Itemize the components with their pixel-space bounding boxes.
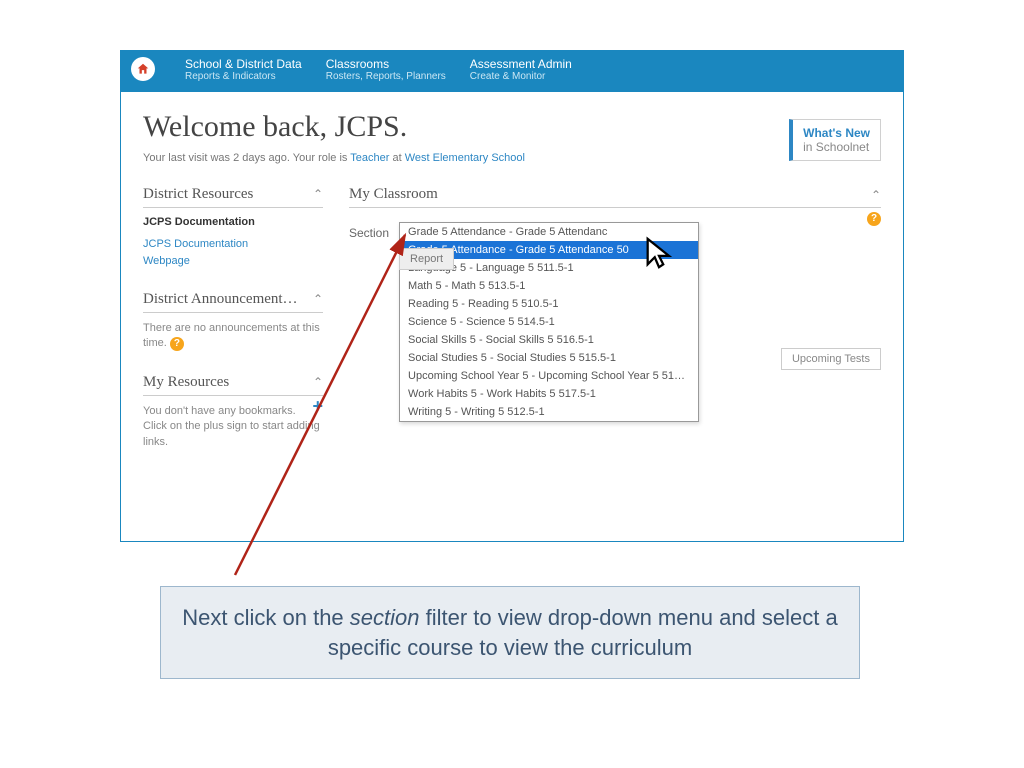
nav-classrooms[interactable]: Classrooms Rosters, Reports, Planners <box>326 57 446 82</box>
nav-sub: Create & Monitor <box>470 71 572 82</box>
nav-title: Classrooms <box>326 57 446 71</box>
panel-title: My Classroom <box>349 186 438 203</box>
right-column: My Classroom ⌃ ? Section Report Grade 5 … <box>349 182 881 542</box>
nav-assessment[interactable]: Assessment Admin Create & Monitor <box>470 57 572 82</box>
caption-em: section <box>350 605 420 630</box>
last-visit-line: Your last visit was 2 days ago. Your rol… <box>143 152 881 164</box>
top-nav: School & District Data Reports & Indicat… <box>121 51 903 92</box>
panel-title: My Resources <box>143 374 229 391</box>
whats-new-card[interactable]: What's New in Schoolnet <box>789 119 881 161</box>
dropdown-option[interactable]: Social Studies 5 - Social Studies 5 515.… <box>400 349 698 367</box>
nav-sub: Reports & Indicators <box>185 71 302 82</box>
chevron-up-icon: ⌃ <box>313 187 323 202</box>
subline-prefix: Your last visit was 2 days ago. Your rol… <box>143 152 350 164</box>
nav-title: School & District Data <box>185 57 302 71</box>
jcps-doc-label: JCPS Documentation <box>143 216 323 228</box>
dropdown-option[interactable]: Grade 5 Attendance - Grade 5 Attendanc <box>400 223 698 241</box>
help-icon[interactable]: ? <box>170 337 184 351</box>
announcement-body: There are no announcements at this time.… <box>143 321 323 352</box>
upcoming-tests-tab[interactable]: Upcoming Tests <box>781 348 881 370</box>
nav-school-district[interactable]: School & District Data Reports & Indicat… <box>185 57 302 82</box>
home-icon <box>136 62 150 76</box>
school-link[interactable]: West Elementary School <box>405 152 525 164</box>
panel-title: District Resources <box>143 186 253 203</box>
dropdown-option[interactable]: Reading 5 - Reading 5 510.5-1 <box>400 295 698 313</box>
dropdown-option[interactable]: Work Habits 5 - Work Habits 5 517.5-1 <box>400 385 698 403</box>
chevron-up-icon: ⌃ <box>871 188 881 202</box>
home-button[interactable] <box>131 57 155 81</box>
my-resources-header[interactable]: My Resources ⌃ <box>143 370 323 396</box>
dropdown-option[interactable]: Writing 5 - Writing 5 512.5-1 <box>400 403 698 421</box>
add-bookmark-button[interactable]: + <box>312 396 323 417</box>
section-label: Section <box>349 222 389 240</box>
dropdown-option[interactable]: Social Skills 5 - Social Skills 5 516.5-… <box>400 331 698 349</box>
chevron-up-icon: ⌃ <box>313 292 323 307</box>
caption-pre: Next click on the <box>182 605 350 630</box>
left-column: District Resources ⌃ JCPS Documentation … <box>143 182 323 542</box>
nav-sub: Rosters, Reports, Planners <box>326 71 446 82</box>
page-body: Welcome back, JCPS. Your last visit was … <box>121 92 903 542</box>
webpage-link[interactable]: Webpage <box>143 253 323 270</box>
panel-title: District Announcement… <box>143 291 298 308</box>
nav-title: Assessment Admin <box>470 57 572 71</box>
subline-mid: at <box>389 152 404 164</box>
district-announcement-header[interactable]: District Announcement… ⌃ <box>143 287 323 313</box>
page-title: Welcome back, JCPS. <box>143 110 881 144</box>
app-window: School & District Data Reports & Indicat… <box>120 50 904 542</box>
whats-new-title: What's New <box>803 126 870 140</box>
role-link[interactable]: Teacher <box>350 152 389 164</box>
district-resources-header[interactable]: District Resources ⌃ <box>143 182 323 208</box>
dropdown-option[interactable]: Science 5 - Science 5 514.5-1 <box>400 313 698 331</box>
jcps-doc-link[interactable]: JCPS Documentation <box>143 236 323 253</box>
dropdown-option[interactable]: Upcoming School Year 5 - Upcoming School… <box>400 367 698 385</box>
whats-new-sub: in Schoolnet <box>803 140 870 154</box>
my-classroom-header[interactable]: My Classroom ⌃ <box>349 182 881 208</box>
chevron-up-icon: ⌃ <box>313 375 323 390</box>
my-resources-body: You don't have any bookmarks. Click on t… <box>143 404 323 450</box>
instruction-caption: Next click on the section filter to view… <box>160 586 860 679</box>
report-button[interactable]: Report <box>399 248 454 270</box>
dropdown-option[interactable]: Math 5 - Math 5 513.5-1 <box>400 277 698 295</box>
